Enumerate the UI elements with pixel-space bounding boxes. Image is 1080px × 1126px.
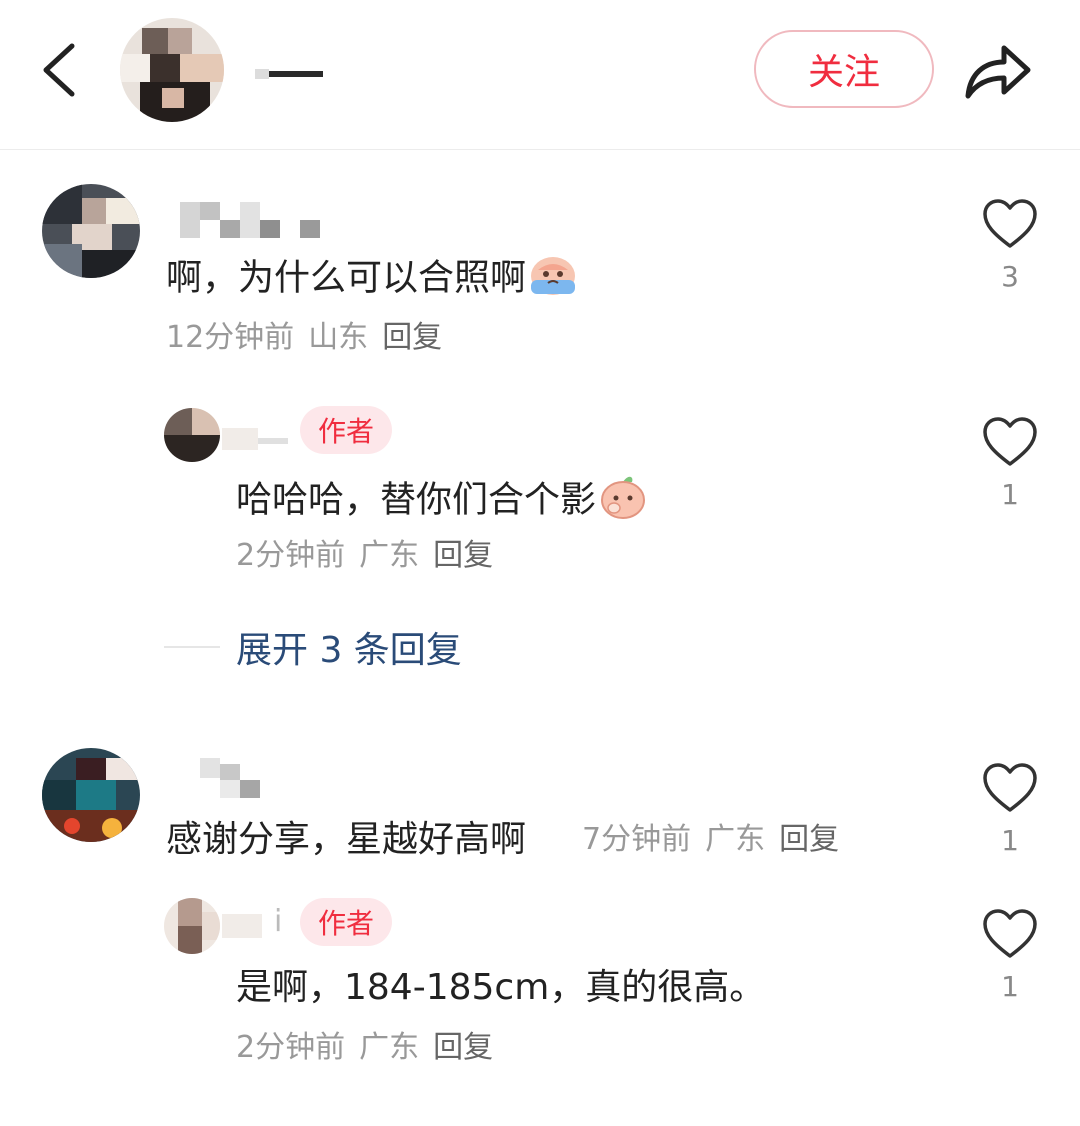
heart-icon [983, 417, 1037, 466]
reply-text: 是啊，184-185cm，真的很高。 [236, 967, 766, 1008]
commenter-name-redacted [170, 756, 262, 798]
top-bar: 关注 [0, 0, 1080, 150]
share-icon [965, 45, 1031, 99]
reply-author-avatar[interactable] [164, 408, 220, 462]
reply-author-name-suffix: i [274, 904, 283, 939]
crying-emoji-icon [528, 252, 578, 307]
reply-button[interactable]: 回复 [433, 538, 493, 573]
author-name-redacted [255, 55, 323, 83]
location: 山东 [308, 320, 369, 355]
commenter-avatar[interactable] [42, 184, 140, 278]
share-button[interactable] [962, 36, 1034, 104]
back-button[interactable] [36, 38, 86, 102]
comment-text: 啊，为什么可以合照啊 [166, 252, 578, 307]
reply-text: 哈哈哈，替你们合个影 [236, 472, 648, 531]
like-button[interactable] [980, 414, 1040, 470]
reply-button[interactable]: 回复 [433, 1030, 493, 1065]
like-count: 1 [1001, 824, 1019, 857]
expand-replies-button[interactable]: 展开 3 条回复 [164, 622, 462, 672]
like-button[interactable] [980, 760, 1040, 816]
reply-meta: 2分钟前 广东 回复 [236, 1028, 507, 1068]
divider [164, 646, 220, 648]
location: 广东 [359, 1030, 420, 1065]
author-badge: 作者 [300, 898, 392, 946]
reply-meta: 2分钟前 广东 回复 [236, 536, 507, 576]
heart-icon [983, 909, 1037, 958]
reply-button[interactable]: 回复 [779, 822, 839, 857]
author-avatar[interactable] [120, 18, 224, 122]
timestamp: 7分钟前 [582, 822, 692, 857]
reply-author-avatar[interactable] [164, 898, 220, 954]
back-arrow-icon [43, 43, 75, 97]
reply-button[interactable]: 回复 [382, 320, 442, 355]
expand-replies-label: 展开 3 条回复 [236, 630, 462, 671]
author-badge: 作者 [300, 406, 392, 454]
commenter-avatar[interactable] [42, 748, 140, 842]
heart-icon [983, 763, 1037, 812]
like-button[interactable] [980, 196, 1040, 252]
heart-icon [983, 199, 1037, 248]
location: 广东 [359, 538, 420, 573]
follow-button[interactable]: 关注 [754, 30, 934, 108]
location: 广东 [705, 822, 766, 857]
reply-author-name-redacted [222, 418, 294, 458]
comment-text: 感谢分享，星越好高啊 [166, 819, 527, 860]
like-button[interactable] [980, 906, 1040, 962]
timestamp: 2分钟前 [236, 1030, 346, 1065]
peach-smile-emoji-icon [598, 472, 648, 531]
reply-author-name-redacted: i [222, 904, 292, 944]
comment-meta: 7分钟前 广东 回复 [582, 820, 853, 860]
like-count: 1 [1001, 970, 1019, 1003]
like-count: 3 [1001, 260, 1019, 293]
like-count: 1 [1001, 478, 1019, 511]
timestamp: 2分钟前 [236, 538, 346, 573]
commenter-name-redacted [180, 200, 322, 240]
comment-meta: 12分钟前 山东 回复 [166, 318, 456, 358]
timestamp: 12分钟前 [166, 320, 295, 355]
